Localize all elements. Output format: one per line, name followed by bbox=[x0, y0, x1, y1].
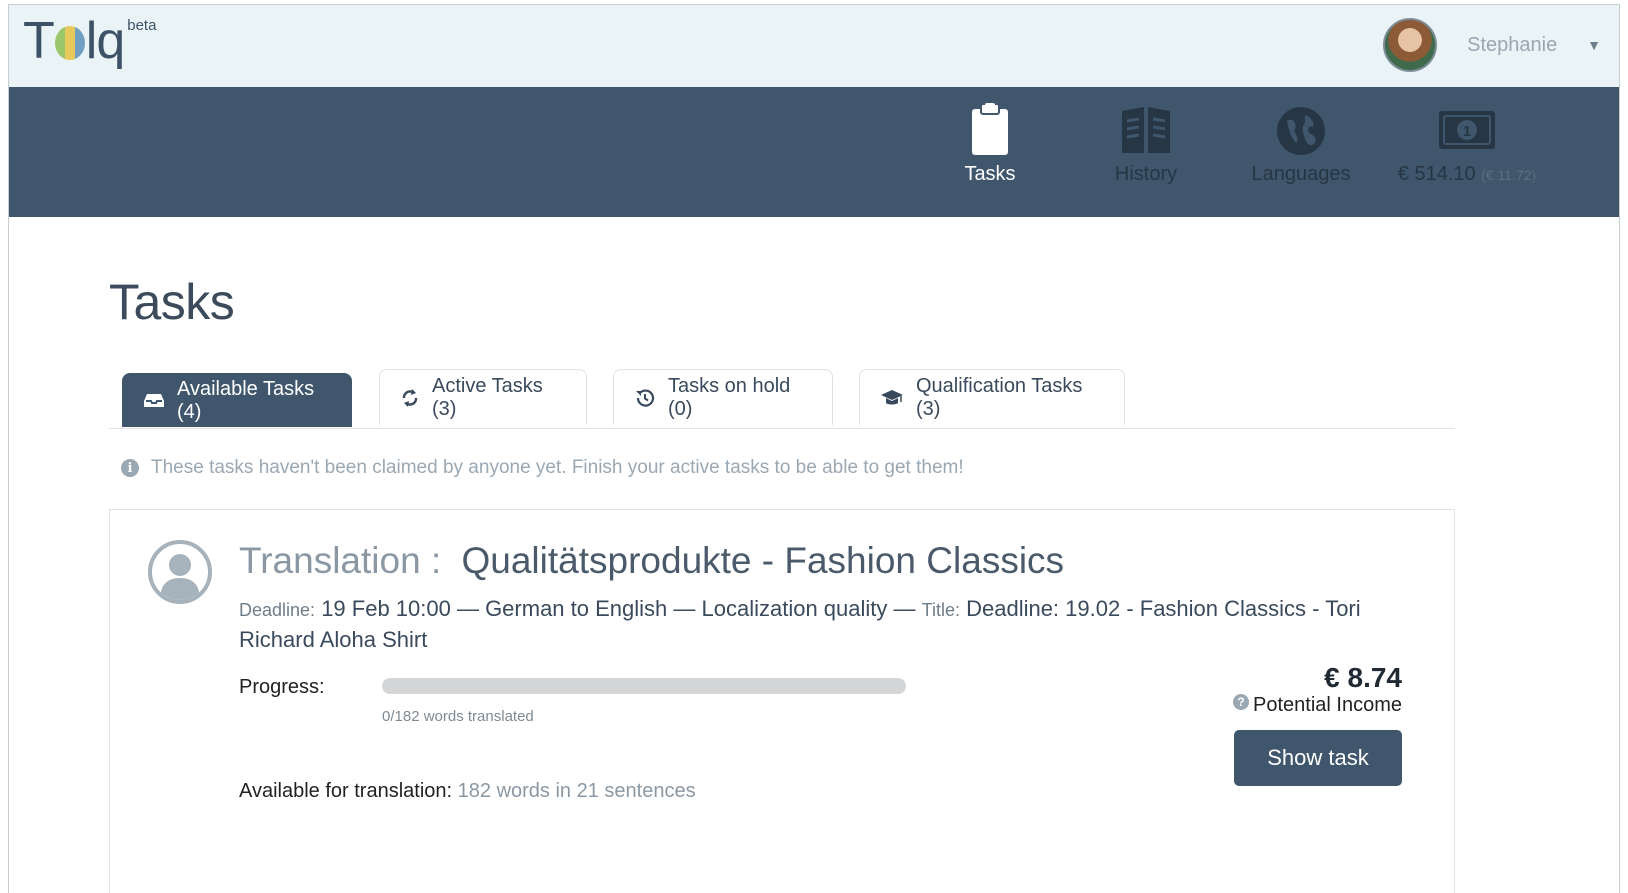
nav-item-label: History bbox=[1114, 163, 1178, 185]
title-label: Title: bbox=[921, 600, 960, 620]
balance-pending: (€ 11.72) bbox=[1481, 167, 1537, 183]
progress-bar bbox=[382, 678, 906, 694]
show-task-button[interactable]: Show task bbox=[1234, 730, 1402, 786]
tab-qualification-tasks[interactable]: Qualification Tasks (3) bbox=[859, 369, 1125, 425]
info-message: i These tasks haven't been claimed by an… bbox=[121, 457, 964, 479]
deadline-value: 19 Feb 10:00 — German to English — Local… bbox=[321, 596, 916, 621]
main-nav: Tasks History Languages 1 € 514.10 (€ 11… bbox=[9, 87, 1619, 217]
refresh-icon bbox=[400, 388, 420, 408]
app-frame: Tlq beta Stephanie ▼ Tasks History Langu… bbox=[8, 4, 1620, 893]
clipboard-icon bbox=[972, 103, 1008, 155]
tab-tasks-on-hold[interactable]: Tasks on hold (0) bbox=[613, 369, 833, 425]
nav-item-balance[interactable]: 1 € 514.10 (€ 11.72) bbox=[1397, 103, 1537, 186]
graduation-cap-icon bbox=[880, 389, 904, 407]
page-title: Tasks bbox=[109, 274, 235, 330]
progress-label: Progress: bbox=[239, 676, 325, 698]
deadline-label: Deadline: bbox=[239, 600, 316, 620]
balance-amount: € 514.10 bbox=[1397, 163, 1476, 185]
tab-available-tasks[interactable]: Available Tasks (4) bbox=[122, 373, 352, 427]
task-meta: Deadline: 19 Feb 10:00 — German to Engli… bbox=[239, 594, 1389, 655]
tab-label: Qualification Tasks (3) bbox=[916, 374, 1083, 420]
tab-label: Tasks on hold (0) bbox=[668, 374, 791, 420]
avatar[interactable] bbox=[1383, 18, 1438, 72]
tab-label: Available Tasks (4) bbox=[177, 377, 315, 423]
task-tabs: Available Tasks (4) Active Tasks (3) Tas… bbox=[109, 369, 1455, 429]
nav-item-label: Languages bbox=[1251, 163, 1351, 185]
tolq-logo[interactable]: Tlq beta bbox=[23, 11, 156, 71]
book-icon bbox=[1122, 107, 1170, 153]
nav-item-history[interactable]: History bbox=[1109, 103, 1183, 186]
top-bar: Tlq beta Stephanie ▼ bbox=[9, 5, 1619, 87]
logo-o-mark bbox=[54, 26, 85, 60]
nav-item-label: Tasks bbox=[964, 163, 1016, 185]
income-amount: € 8.74 bbox=[1324, 662, 1402, 693]
user-name[interactable]: Stephanie bbox=[1467, 34, 1577, 57]
logo-wordmark: Tlq bbox=[23, 12, 125, 70]
tab-label: Active Tasks (3) bbox=[432, 374, 543, 420]
nav-item-tasks[interactable]: Tasks bbox=[955, 103, 1025, 186]
banknote-icon: 1 bbox=[1439, 111, 1495, 149]
chevron-down-icon[interactable]: ▼ bbox=[1587, 37, 1601, 53]
progress-text: 0/182 words translated bbox=[382, 708, 534, 725]
potential-income: € 8.74 ? Potential Income bbox=[1233, 662, 1402, 717]
user-menu[interactable]: Stephanie ▼ bbox=[1383, 17, 1601, 73]
logo-beta-label: beta bbox=[127, 17, 157, 34]
history-icon bbox=[634, 387, 656, 409]
task-card: Translation : Qualitätsprodukte - Fashio… bbox=[109, 509, 1455, 893]
inbox-icon bbox=[143, 393, 165, 409]
nav-item-languages[interactable]: Languages bbox=[1251, 103, 1351, 186]
income-label: Potential Income bbox=[1253, 694, 1402, 716]
svg-text:1: 1 bbox=[1463, 123, 1471, 140]
tab-active-tasks[interactable]: Active Tasks (3) bbox=[379, 369, 587, 425]
globe-icon bbox=[1277, 107, 1325, 155]
task-name[interactable]: Qualitätsprodukte - Fashion Classics bbox=[462, 540, 1065, 581]
available-for-translation: Available for translation: 182 words in … bbox=[239, 780, 696, 803]
available-value: 182 words in 21 sentences bbox=[457, 780, 696, 802]
info-icon: i bbox=[121, 459, 139, 477]
help-icon[interactable]: ? bbox=[1233, 693, 1250, 710]
task-title: Translation : Qualitätsprodukte - Fashio… bbox=[239, 540, 1064, 582]
info-text: These tasks haven't been claimed by anyo… bbox=[151, 457, 964, 478]
income-label-row: ? Potential Income bbox=[1233, 693, 1402, 717]
task-type: Translation : bbox=[239, 540, 442, 581]
user-placeholder-icon bbox=[148, 540, 212, 604]
available-label: Available for translation: bbox=[239, 780, 453, 802]
